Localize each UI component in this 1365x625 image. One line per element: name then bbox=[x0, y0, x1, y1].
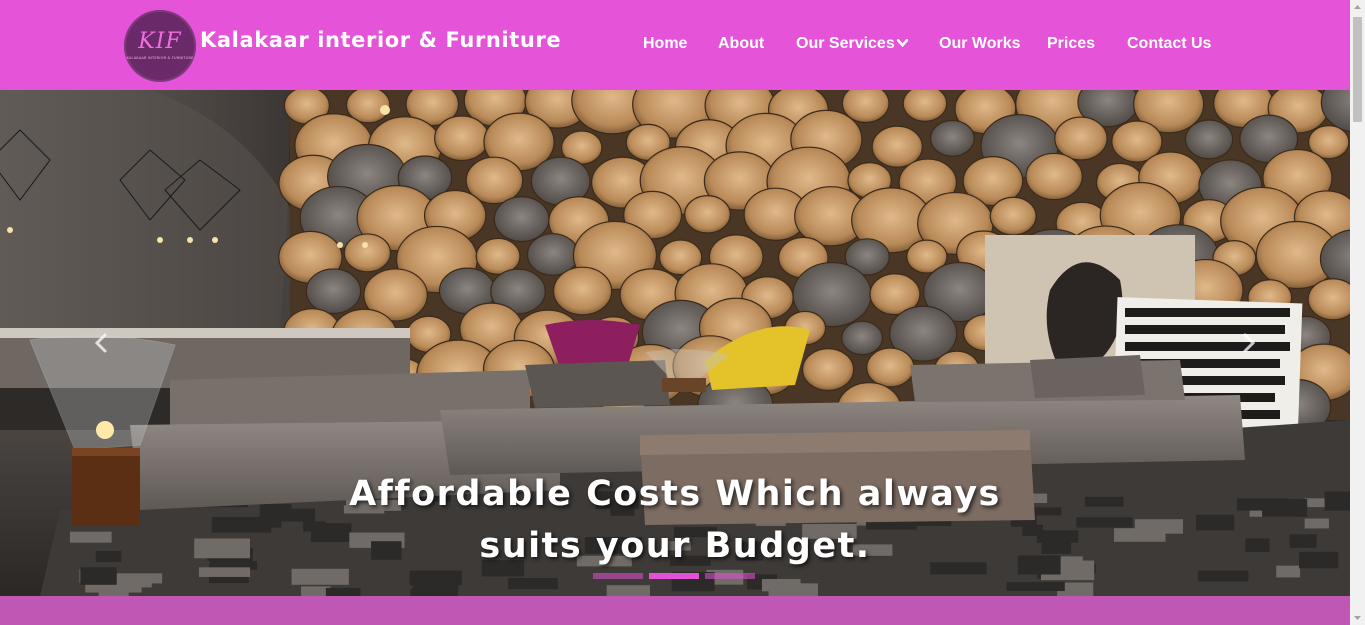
nav-about[interactable]: About bbox=[718, 32, 764, 58]
carousel-next-button[interactable] bbox=[1234, 328, 1264, 358]
carousel-prev-button[interactable] bbox=[86, 328, 116, 358]
nav-about-label: About bbox=[718, 35, 765, 52]
nav-our-works[interactable]: Our Works bbox=[939, 32, 1021, 58]
next-section-strip bbox=[0, 596, 1350, 625]
scroll-down-arrow-icon[interactable] bbox=[1350, 610, 1365, 625]
nav-home[interactable]: Home bbox=[643, 32, 687, 58]
scroll-up-arrow-icon[interactable] bbox=[1350, 0, 1365, 15]
nav-our-works-label: Our Works bbox=[939, 35, 1021, 52]
hero-caption: Affordable Costs Which always suits your… bbox=[349, 474, 1001, 566]
carousel-indicator-1[interactable] bbox=[593, 573, 643, 579]
nav-contact-us-label: Contact Us bbox=[1127, 35, 1212, 52]
nav-prices[interactable]: Prices bbox=[1047, 32, 1095, 58]
scrollbar-thumb[interactable] bbox=[1353, 17, 1362, 122]
carousel-indicators bbox=[593, 573, 763, 581]
carousel-indicator-2[interactable] bbox=[649, 573, 699, 579]
page-scrollbar[interactable] bbox=[1350, 0, 1365, 625]
nav-home-label: Home bbox=[643, 35, 688, 52]
nav-our-services[interactable]: Our Services bbox=[796, 32, 909, 58]
nav-contact-us[interactable]: Contact Us bbox=[1127, 32, 1211, 58]
nav-prices-label: Prices bbox=[1047, 35, 1096, 52]
main-nav: Home About Our Services Our Works Prices… bbox=[0, 32, 1350, 58]
site-header: KIF KALAKAAR INTERIOR & FURNITURE Kalaka… bbox=[0, 0, 1350, 90]
nav-our-services-label: Our Services bbox=[796, 35, 895, 52]
chevron-down-icon bbox=[896, 39, 908, 48]
hero-carousel: Affordable Costs Which always suits your… bbox=[0, 90, 1350, 596]
carousel-indicator-3[interactable] bbox=[705, 573, 755, 579]
